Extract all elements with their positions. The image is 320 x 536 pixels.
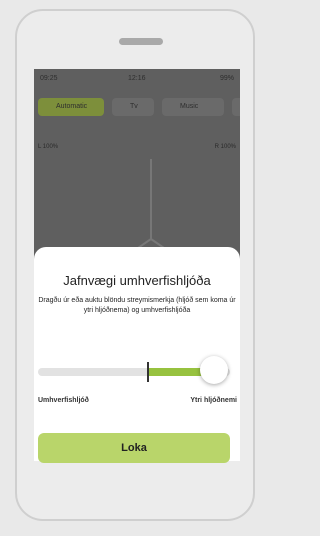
speaker-grille <box>119 38 163 45</box>
left-level: L 100% <box>38 144 59 150</box>
balance-slider-track[interactable] <box>38 356 230 384</box>
tab-music: Music <box>162 98 224 116</box>
sheet-title: Jafnvægi umhverfishljóða <box>63 273 211 288</box>
status-center: 12:16 <box>128 75 146 82</box>
slider-handle[interactable] <box>200 356 228 384</box>
home-indicator-area <box>34 461 240 501</box>
external-mic-label: Ytri hljóðnemi <box>190 397 237 404</box>
tab-automatic: Automatic <box>38 98 104 116</box>
right-level: R 100% <box>214 144 236 150</box>
status-battery: 99% <box>219 75 234 82</box>
ambient-balance-sheet: Jafnvægi umhverfishljóða Dragðu úr eða a… <box>34 247 240 461</box>
tab-more <box>232 98 240 116</box>
status-time: 09:25 <box>40 75 58 82</box>
status-bar: 09:25 12:16 99% <box>40 75 234 83</box>
slider-center-marker <box>147 362 149 382</box>
ambient-label: Umhverfishljóð <box>38 397 89 404</box>
tab-tv: Tv <box>112 98 154 116</box>
sheet-description: Dragðu úr eða auktu blöndu streymismerkj… <box>38 297 236 314</box>
close-button[interactable]: Loka <box>38 433 230 463</box>
